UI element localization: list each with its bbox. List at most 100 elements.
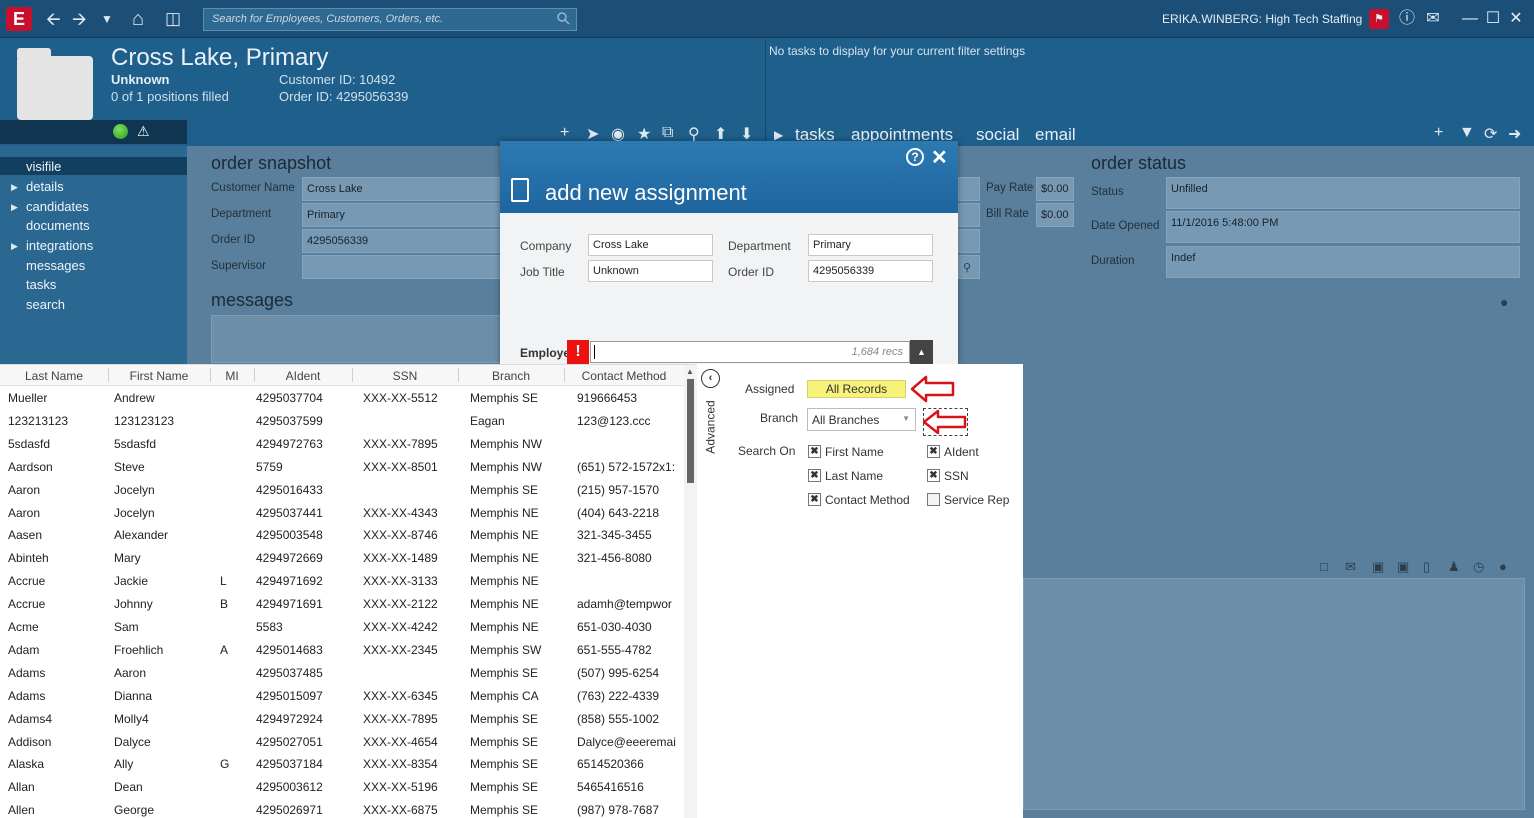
table-row[interactable]: Adam Froehlich A 4295014683 XXX-XX-2345 Memph… — [0, 639, 684, 662]
date-opened-field[interactable]: 11/1/2016 5:48:00 PM — [1166, 211, 1520, 243]
table-row[interactable]: Aaron Jocelyn 4295016433 Memphis SE (215) 95… — [0, 479, 684, 502]
app-logo[interactable]: E — [6, 7, 32, 31]
table-row[interactable]: Adams Aaron 4295037485 Memphis SE (507) 995-… — [0, 662, 684, 685]
close-window-icon[interactable]: ✕ — [1506, 9, 1526, 29]
expand-arrow-icon[interactable]: ▶ — [11, 182, 18, 193]
customer-name-field[interactable]: Cross Lake — [302, 177, 502, 201]
tab-email[interactable]: email — [1035, 125, 1076, 145]
maximize-icon[interactable]: ☐ — [1483, 9, 1503, 29]
employee-dropdown-button[interactable]: ▲ — [910, 340, 933, 364]
person-icon[interactable]: ♟ — [1448, 559, 1460, 575]
warning-icon[interactable]: ⚠ — [137, 123, 150, 140]
history-dropdown-icon[interactable]: ▼ — [101, 8, 113, 30]
table-row[interactable]: Aardson Steve 5759 XXX-XX-8501 Memphis NW (65… — [0, 456, 684, 479]
clipboard-icon[interactable]: ▯ — [1423, 559, 1430, 575]
order-id-field[interactable]: 4295056339 — [808, 260, 933, 282]
column-header-contact-method[interactable]: Contact Method — [564, 369, 684, 383]
contact-method-checkbox[interactable]: ✖ — [808, 493, 821, 506]
column-header-last-name[interactable]: Last Name — [0, 369, 108, 383]
expand-icon[interactable]: ⧉ — [662, 124, 673, 142]
forward-arrow-icon[interactable]: 🡪 — [72, 8, 87, 30]
table-row[interactable]: 123213123 123123123 4295037599 Eagan 123@123… — [0, 410, 684, 433]
nav-item-search[interactable]: search — [26, 297, 65, 312]
table-row[interactable]: 5sdasfd 5sdasfd 4294972763 XXX-XX-7895 Memph… — [0, 433, 684, 456]
arrow-right-icon[interactable]: ➜ — [1508, 124, 1521, 144]
nav-item-candidates[interactable]: candidates — [26, 199, 89, 214]
speech-icon[interactable]: ● — [1499, 559, 1507, 574]
column-header-aident[interactable]: AIdent — [254, 369, 352, 383]
nav-item-tasks[interactable]: tasks — [26, 277, 56, 292]
employee-search-input[interactable]: 1,684 recs — [590, 341, 910, 363]
supervisor-field[interactable] — [302, 255, 502, 279]
search-icon[interactable] — [556, 11, 570, 25]
bill-rate-field[interactable]: $0.00 — [1036, 203, 1074, 227]
table-row[interactable]: Mueller Andrew 4295037704 XXX-XX-5512 Memphi… — [0, 387, 684, 410]
table-row[interactable]: Acme Sam 5583 XXX-XX-4242 Memphis NE 651-030-… — [0, 616, 684, 639]
minimize-icon[interactable]: — — [1460, 9, 1480, 29]
last-name-checkbox[interactable]: ✖ — [808, 469, 821, 482]
clock-icon[interactable]: ◷ — [1473, 559, 1484, 575]
collapse-panel-icon[interactable]: ‹ — [701, 369, 720, 388]
tabs-play-icon[interactable]: ▶ — [774, 128, 783, 142]
table-row[interactable]: Aaron Jocelyn 4295037441 XXX-XX-4343 Memphis… — [0, 502, 684, 525]
department-field[interactable]: Primary — [808, 234, 933, 256]
nav-item-integrations[interactable]: integrations — [26, 238, 93, 253]
nav-item-documents[interactable]: documents — [26, 218, 90, 233]
comment-icon[interactable]: ● — [1500, 294, 1508, 310]
order-id-field[interactable]: 4295056339 — [302, 229, 502, 253]
scroll-up-arrow-icon[interactable]: ▲ — [686, 367, 694, 376]
nav-item-details[interactable]: details — [26, 179, 64, 194]
job-title-field[interactable]: Unknown — [588, 260, 713, 282]
nav-item-messages[interactable]: messages — [26, 258, 85, 273]
messages-box[interactable] — [211, 315, 501, 363]
assigned-all-records-button[interactable]: All Records — [807, 380, 906, 398]
back-arrow-icon[interactable]: 🡨 — [46, 8, 61, 30]
first-name-checkbox[interactable]: ✖ — [808, 445, 821, 458]
lookup-icon[interactable]: ⚲ — [958, 255, 980, 279]
column-header-branch[interactable]: Branch — [458, 369, 564, 383]
column-header-mi[interactable]: MI — [210, 369, 254, 383]
table-row[interactable]: Adams Dianna 4295015097 XXX-XX-6345 Memphis … — [0, 685, 684, 708]
status-field[interactable]: Unfilled — [1166, 177, 1520, 209]
table-row[interactable]: Accrue Johnny B 4294971691 XXX-XX-2122 Memphi… — [0, 593, 684, 616]
tab-social[interactable]: social — [976, 125, 1019, 145]
department-field[interactable]: Primary — [302, 203, 502, 227]
scrollbar-thumb[interactable] — [687, 379, 694, 483]
refresh-icon[interactable]: ⟳ — [1484, 124, 1497, 144]
expand-arrow-icon[interactable]: ▶ — [11, 202, 18, 213]
global-search-input[interactable]: Search for Employees, Customers, Orders,… — [203, 8, 577, 31]
filter-icon[interactable]: ▼ — [1459, 124, 1475, 142]
add-icon[interactable]: + — [560, 124, 569, 142]
table-row[interactable]: Adams4 Molly4 4294972924 XXX-XX-7895 Memphis… — [0, 708, 684, 731]
nav-item-visifile[interactable]: visifile — [26, 159, 61, 174]
ssn-checkbox[interactable]: ✖ — [927, 469, 940, 482]
mail-icon[interactable]: ✉ — [1345, 559, 1356, 575]
table-row[interactable]: Abinteh Mary 4294972669 XXX-XX-1489 Memphis … — [0, 547, 684, 570]
pay-rate-field[interactable]: $0.00 — [1036, 177, 1074, 201]
close-icon[interactable]: ✕ — [931, 145, 948, 170]
expand-arrow-icon[interactable]: ▶ — [11, 241, 18, 252]
note-icon[interactable]: ▣ — [1372, 559, 1384, 575]
table-row[interactable]: Aasen Alexander 4295003548 XXX-XX-8746 Memph… — [0, 524, 684, 547]
service-rep-checkbox[interactable] — [927, 493, 940, 506]
table-row[interactable]: Addison Dalyce 4295027051 XXX-XX-4654 Memphi… — [0, 731, 684, 754]
document-icon[interactable]: □ — [1320, 559, 1328, 574]
aident-checkbox[interactable]: ✖ — [927, 445, 940, 458]
table-row[interactable]: Allan Dean 4295003612 XXX-XX-5196 Memphis SE… — [0, 776, 684, 799]
save-icon[interactable]: ◫ — [165, 8, 181, 30]
company-field[interactable]: Cross Lake — [588, 234, 713, 256]
home-icon[interactable]: ⌂ — [132, 8, 144, 30]
add-task-icon[interactable]: + — [1434, 124, 1443, 142]
alert-icon[interactable]: ⚑ — [1369, 9, 1389, 29]
table-row[interactable]: Allen George 4295026971 XXX-XX-6875 Memphis … — [0, 799, 684, 818]
column-header-first-name[interactable]: First Name — [108, 369, 210, 383]
advanced-tab[interactable]: Advanced — [704, 400, 718, 453]
duration-field[interactable]: Indef — [1166, 246, 1520, 278]
calendar-icon[interactable]: ▣ — [1397, 559, 1409, 575]
column-header-ssn[interactable]: SSN — [352, 369, 458, 383]
help-icon[interactable]: ? — [906, 148, 924, 166]
branch-select[interactable]: All Branches ▼ — [807, 408, 916, 431]
table-row[interactable]: Alaska Ally G 4295037184 XXX-XX-8354 Memphis … — [0, 753, 684, 776]
chat-icon[interactable]: ✉ — [1423, 9, 1443, 29]
table-row[interactable]: Accrue Jackie L 4294971692 XXX-XX-3133 Memphi… — [0, 570, 684, 593]
